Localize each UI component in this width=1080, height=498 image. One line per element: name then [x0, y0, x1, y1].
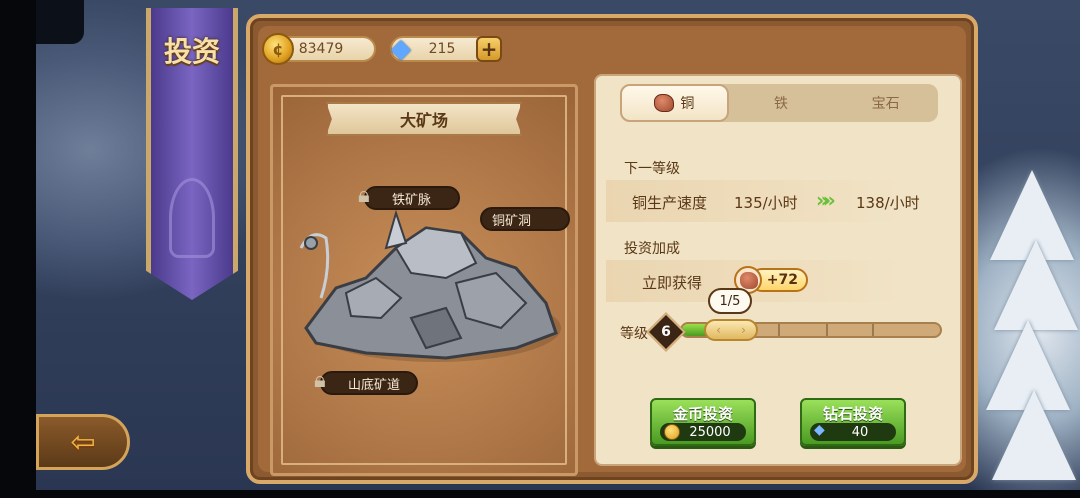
resource-tabs: 铜 铁 宝石 [620, 84, 938, 122]
copper-cave-tag[interactable]: 铜矿洞 [480, 207, 570, 231]
screen-edge-bottom [0, 490, 1080, 498]
gold-invest-button[interactable]: 金币投资 25000 [650, 398, 756, 446]
screen-edge [0, 0, 36, 498]
diamond-icon: ◆ [814, 422, 825, 438]
mountain-tunnel-tag[interactable]: 🔒︎ 山底矿道 [314, 368, 418, 395]
snowy-trees [980, 150, 1080, 490]
gem-invest-button[interactable]: 钻石投资 ◆ 40 [800, 398, 906, 446]
copper-ore-icon [654, 94, 675, 112]
add-gems-button[interactable]: + [476, 36, 502, 62]
chevron-right-icon: › [741, 323, 746, 337]
current-rate: 135/小时 [734, 194, 798, 212]
tab-copper[interactable]: 铜 [620, 84, 729, 122]
lock-icon: 🔒︎ [314, 368, 326, 393]
level-value: 6 [661, 324, 671, 340]
back-button[interactable]: ⇦ [36, 414, 130, 470]
copper-cave-label: 铜矿洞 [492, 213, 532, 229]
invest-banner: 投资 [146, 8, 238, 300]
banner-ornament-icon [169, 178, 215, 258]
diamond-icon: ◆ [391, 34, 411, 64]
tab-gem[interactable]: 宝石 [833, 84, 938, 122]
gem-invest-label: 钻石投资 [822, 405, 883, 423]
gold-coin-icon [664, 424, 680, 440]
lock-icon: 🔒︎ [358, 183, 370, 208]
iron-vein-tag[interactable]: 🔒︎ 铁矿脉 [358, 183, 460, 210]
next-level-label: 下一等级 [624, 161, 680, 177]
chevron-left-icon: ‹ [716, 323, 721, 337]
gold-coin-icon: ¢ [262, 33, 294, 65]
mine-title: 大矿场 [326, 102, 522, 136]
gold-amount: 83479 [298, 41, 344, 57]
gold-invest-cost: 25000 [660, 423, 746, 441]
bonus-label: 投资加成 [624, 241, 680, 257]
arrow-right-icon: »» [816, 188, 836, 212]
gem-invest-cost: ◆ 40 [810, 422, 896, 441]
top-corner-tab[interactable] [36, 0, 84, 44]
instant-gain-label: 立即获得 [642, 274, 703, 292]
mine-rocks-illustration[interactable] [286, 208, 566, 368]
tab-iron[interactable]: 铁 [729, 84, 834, 122]
level-label: 等级 [620, 326, 648, 342]
exit-door-icon: ⇦ [70, 424, 96, 460]
rate-label: 铜生产速度 [632, 194, 708, 212]
progress-knob[interactable]: ‹ › [704, 319, 758, 341]
progress-bubble: 1/5 [708, 288, 752, 314]
gold-invest-label: 金币投资 [672, 405, 733, 423]
banner-title: 投资 [163, 35, 220, 68]
gem-amount: 215 [428, 41, 456, 57]
iron-vein-label: 铁矿脉 [392, 192, 432, 208]
next-rate: 138/小时 [856, 194, 920, 212]
mountain-tunnel-label: 山底矿道 [348, 377, 401, 393]
